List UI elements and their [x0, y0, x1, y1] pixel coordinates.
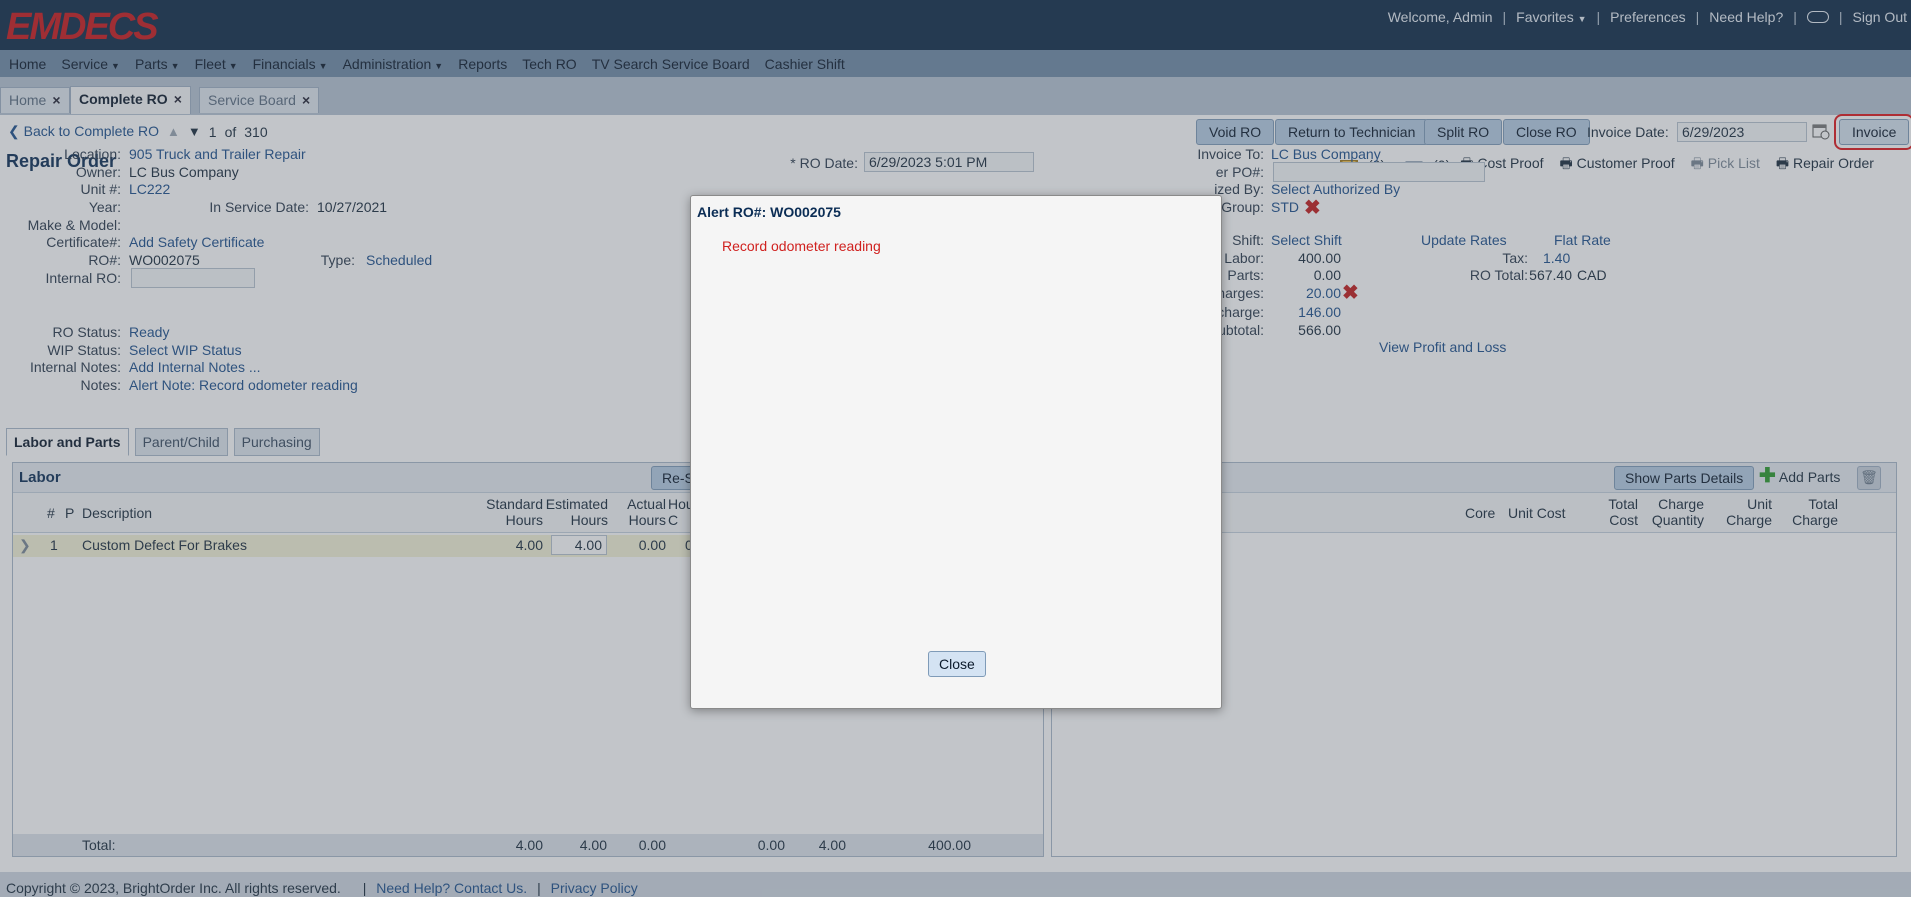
close-button[interactable]: Close: [928, 651, 986, 677]
alert-dialog: Alert RO#: WO002075 Record odometer read…: [690, 195, 1222, 709]
alert-message: Record odometer reading: [722, 238, 881, 254]
alert-dialog-title: Alert RO#: WO002075: [697, 204, 841, 220]
